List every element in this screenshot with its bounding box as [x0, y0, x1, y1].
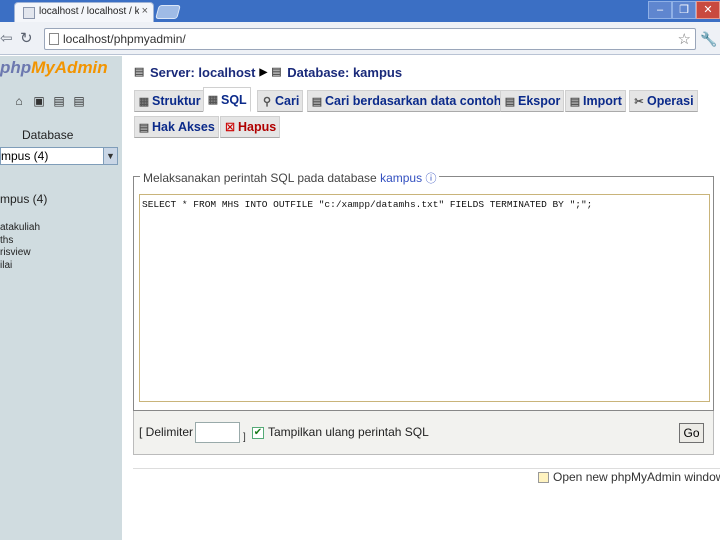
divider — [133, 468, 720, 469]
home-icon[interactable]: ⌂ — [12, 94, 26, 108]
database-select-value: mpus (4) — [1, 149, 49, 163]
open-new-window-link[interactable]: Open new phpMyAdmin window — [538, 470, 720, 484]
left-icon-bar: ⌂ ▣ ▤ ▤ — [12, 94, 92, 110]
database-label: Database — [22, 128, 74, 142]
minimize-button[interactable]: – — [648, 1, 672, 19]
tab-label: SQL — [221, 92, 247, 107]
table-list-item[interactable]: atakuliah — [0, 222, 120, 235]
new-window-icon — [538, 471, 549, 483]
new-tab-button[interactable] — [155, 5, 181, 19]
url-text[interactable]: localhost/phpmyadmin/ — [63, 32, 186, 46]
page-favicon-icon — [23, 7, 35, 19]
database-heading[interactable]: mpus (4) — [0, 192, 47, 206]
table-list-item[interactable]: risview — [0, 247, 120, 260]
open-new-window-label[interactable]: Open new phpMyAdmin window — [553, 470, 720, 484]
phpmyadmin-logo[interactable]: phpMyAdmin — [0, 58, 120, 80]
drop-icon: ☒ — [225, 121, 235, 134]
maximize-button[interactable]: ❐ — [672, 1, 696, 19]
tab-label: Operasi — [647, 94, 694, 108]
tab-close-icon[interactable]: × — [142, 5, 148, 17]
server-icon: ▤ — [134, 66, 145, 78]
show-query-again-label[interactable]: Tampilkan ulang perintah SQL — [268, 425, 429, 439]
page-icon — [49, 33, 59, 45]
tab-import[interactable]: ▤ Import — [565, 90, 626, 112]
table-list: atakuliah ths risview ilai — [0, 222, 120, 272]
sql-legend-database-link[interactable]: kampus — [380, 171, 422, 185]
browser-tab-title: localhost / localhost / kampus — [39, 6, 139, 17]
structure-icon: ▦ — [138, 95, 150, 108]
browser-tab[interactable]: localhost / localhost / kampus × — [14, 2, 154, 22]
tab-operasi[interactable]: ✂ Operasi — [629, 90, 698, 112]
database-select[interactable]: mpus (4) ▼ — [0, 147, 118, 165]
show-query-again-checkbox[interactable]: ✔ — [252, 427, 264, 439]
tab-label: Cari — [275, 94, 300, 108]
arrow-left-icon[interactable]: ⇦ — [0, 30, 18, 48]
tab-struktur[interactable]: ▦ Struktur — [134, 90, 205, 112]
tab-cari[interactable]: ⚲ Cari — [257, 90, 304, 112]
privileges-icon: ▤ — [138, 121, 150, 134]
chevron-down-icon[interactable]: ▼ — [103, 148, 117, 164]
tab-label: Hak Akses — [152, 120, 215, 134]
table-list-item[interactable]: ths — [0, 235, 120, 248]
star-icon[interactable]: ☆ — [678, 30, 691, 48]
tab-label: Cari berdasarkan data contoh — [325, 94, 502, 108]
sql-legend-text: Melaksanakan perintah SQL pada database — [143, 171, 377, 185]
sql-icon: ▦ — [207, 94, 219, 106]
export-icon: ▤ — [504, 95, 516, 108]
help-icon[interactable]: ⓘ — [425, 173, 436, 185]
sql-legend: Melaksanakan perintah SQL pada database … — [140, 170, 440, 186]
wrench-icon[interactable]: 🔧 — [700, 31, 718, 47]
address-bar[interactable]: localhost/phpmyadmin/ ☆ — [44, 28, 696, 50]
breadcrumb-server[interactable]: Server: localhost — [150, 65, 256, 80]
table-list-item[interactable]: ilai — [0, 260, 120, 273]
tab-label: Import — [583, 94, 622, 108]
help-icon[interactable]: ▤ — [72, 94, 86, 108]
import-icon: ▤ — [569, 95, 581, 108]
tab-label: Ekspor — [518, 94, 561, 108]
tab-ekspor[interactable]: ▤ Ekspor — [500, 90, 565, 112]
tab-label: Hapus — [238, 120, 277, 134]
tab-hapus[interactable]: ☒ Hapus — [220, 116, 281, 138]
tab-label: Struktur — [152, 94, 201, 108]
sql-query-icon[interactable]: ▣ — [32, 94, 46, 108]
close-window-button[interactable]: ✕ — [696, 1, 720, 19]
breadcrumb-database[interactable]: Database: kampus — [287, 65, 402, 80]
query-by-example-icon: ▤ — [311, 95, 323, 108]
sql-query-textarea[interactable] — [139, 194, 710, 402]
database-icon: ▤ — [271, 66, 282, 78]
documentation-icon[interactable]: ▤ — [52, 94, 66, 108]
operations-icon: ✂ — [634, 95, 644, 108]
window-controls: – ❐ ✕ — [648, 1, 720, 19]
delimiter-suffix: ] — [243, 432, 246, 443]
tab-cari-contoh[interactable]: ▤ Cari berdasarkan data contoh — [307, 90, 506, 112]
breadcrumb: ▤ Server: localhost ▶ ▤ Database: kampus — [134, 63, 402, 81]
go-button[interactable]: Go — [679, 423, 704, 443]
delimiter-label: [ Delimiter — [139, 425, 194, 439]
search-icon: ⚲ — [262, 95, 272, 108]
reload-icon[interactable]: ↻ — [20, 29, 40, 49]
breadcrumb-separator-icon: ▶ — [259, 66, 268, 78]
tab-sql[interactable]: ▦ SQL — [203, 87, 251, 112]
delimiter-input[interactable] — [195, 422, 240, 443]
tab-hak-akses[interactable]: ▤ Hak Akses — [134, 116, 219, 138]
